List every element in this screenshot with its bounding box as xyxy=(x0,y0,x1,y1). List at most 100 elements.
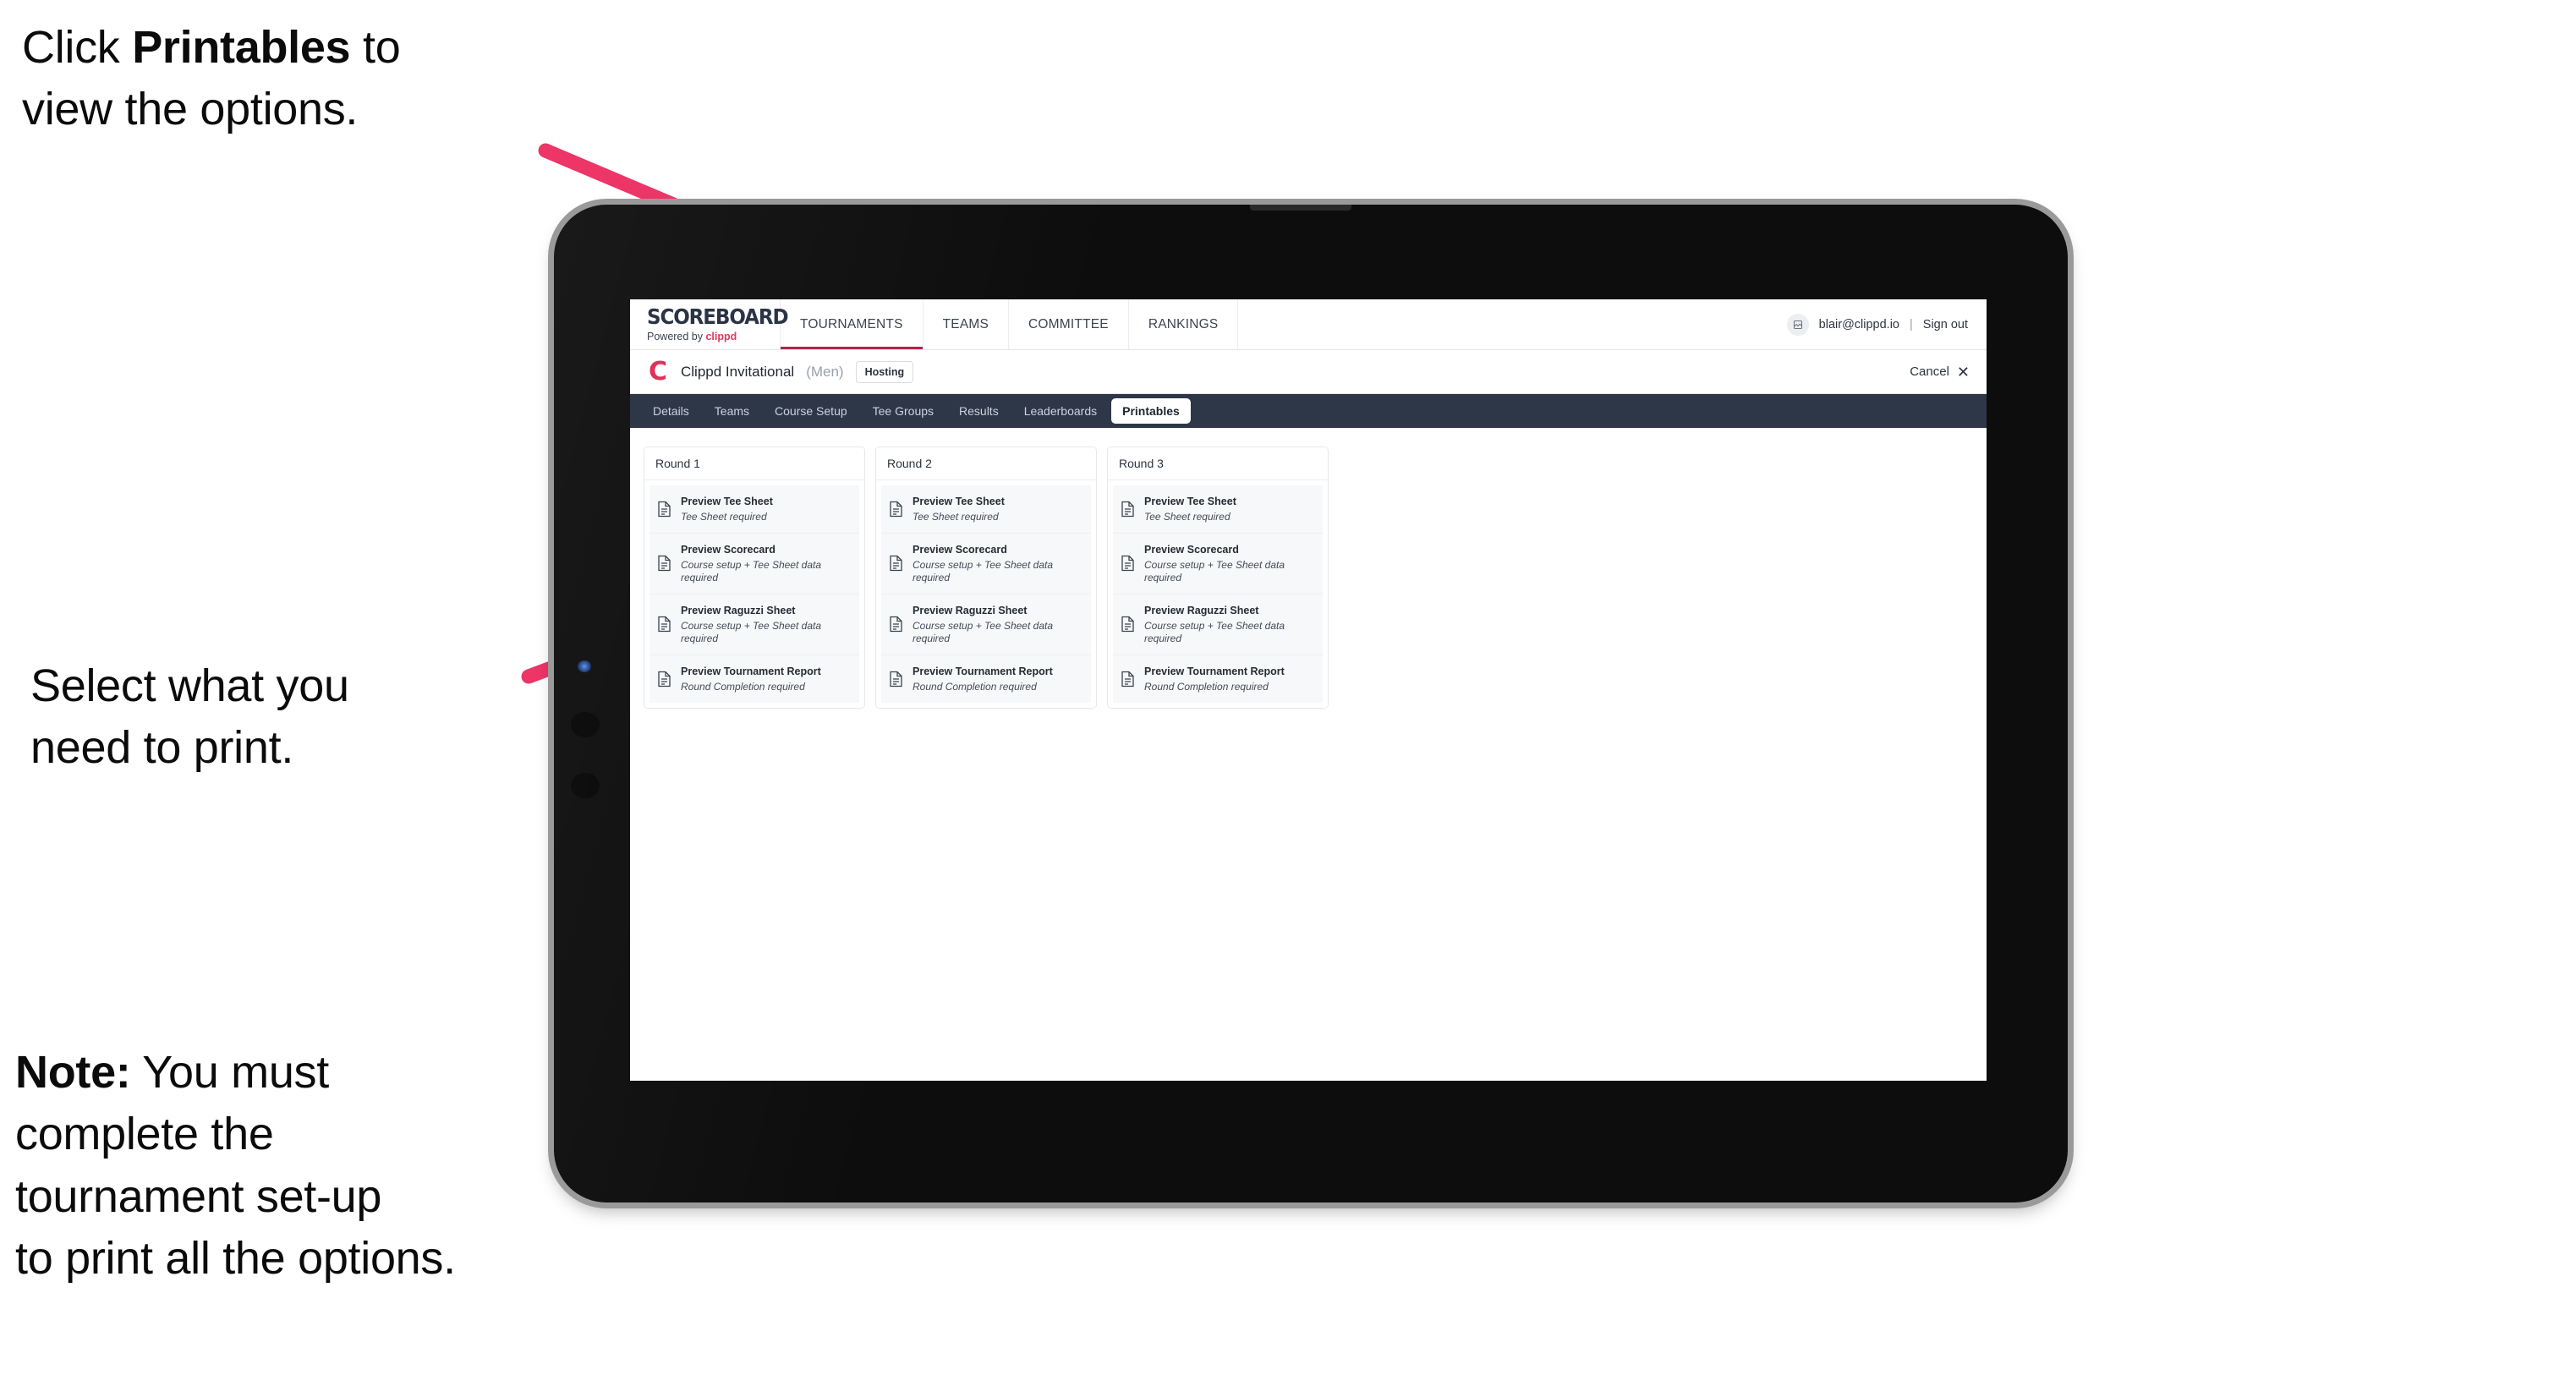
primary-nav-tabs: TOURNAMENTS TEAMS COMMITTEE RANKINGS xyxy=(781,299,1239,349)
round-card: Round 2 Preview Tee Sheet Tee Sheet requ… xyxy=(875,446,1097,709)
printable-text: Preview Raguzzi Sheet Course setup + Tee… xyxy=(1144,603,1315,646)
tab-teams[interactable]: Teams xyxy=(704,398,760,424)
printable-subtitle: Course setup + Tee Sheet data required xyxy=(913,558,1054,584)
printable-row-tee-sheet[interactable]: Preview Tee Sheet Tee Sheet required xyxy=(1113,485,1323,534)
printable-text: Preview Tournament Report Round Completi… xyxy=(681,664,821,694)
round-card: Round 1 Preview Tee Sheet Tee Sheet requ… xyxy=(644,446,865,709)
tab-details[interactable]: Details xyxy=(642,398,700,424)
tournament-gender: (Men) xyxy=(806,363,844,380)
printable-subtitle: Course setup + Tee Sheet data required xyxy=(681,619,822,645)
tablet-status-led xyxy=(578,660,591,672)
page-root: Click Printables to view the options. Se… xyxy=(0,0,2576,1386)
hosting-badge: Hosting xyxy=(855,360,914,383)
printable-row-tee-sheet[interactable]: Preview Tee Sheet Tee Sheet required xyxy=(881,485,1091,534)
nav-tab-teams[interactable]: TEAMS xyxy=(924,299,1010,349)
document-icon xyxy=(657,616,671,633)
tablet-camera-2 xyxy=(571,773,600,798)
section-tabstrip: Details Teams Course Setup Tee Groups Re… xyxy=(630,394,1987,428)
printable-title: Preview Tournament Report xyxy=(913,665,1053,677)
printable-row-raguzzi-sheet[interactable]: Preview Raguzzi Sheet Course setup + Tee… xyxy=(1113,594,1323,655)
printable-text: Preview Tee Sheet Tee Sheet required xyxy=(681,494,773,524)
logo-powered-prefix: Powered by xyxy=(647,331,706,342)
printable-text: Preview Scorecard Course setup + Tee She… xyxy=(913,542,1083,585)
printable-text: Preview Scorecard Course setup + Tee She… xyxy=(1144,542,1315,585)
round-title: Round 1 xyxy=(644,447,864,480)
printables-content: Round 1 Preview Tee Sheet Tee Sheet requ… xyxy=(630,428,1987,727)
scoreboard-logo[interactable]: SCOREBOARD Powered by clippd xyxy=(630,299,789,349)
printable-title: Preview Scorecard xyxy=(913,543,1007,556)
document-icon xyxy=(1121,616,1135,633)
printable-title: Preview Tee Sheet xyxy=(913,496,1005,507)
tab-course-setup[interactable]: Course Setup xyxy=(764,398,858,424)
printable-title: Preview Raguzzi Sheet xyxy=(1144,604,1259,616)
printable-row-tournament-report[interactable]: Preview Tournament Report Round Completi… xyxy=(649,655,859,703)
printable-title: Preview Raguzzi Sheet xyxy=(681,604,796,616)
printable-subtitle: Course setup + Tee Sheet data required xyxy=(681,558,822,584)
round-title: Round 2 xyxy=(876,447,1096,480)
printable-subtitle: Tee Sheet required xyxy=(913,511,999,523)
printable-subtitle: Course setup + Tee Sheet data required xyxy=(1144,619,1285,645)
annotation-note-bold: Note: xyxy=(15,1047,131,1098)
logo-powered-by: Powered by clippd xyxy=(647,331,780,342)
printable-title: Preview Scorecard xyxy=(681,543,776,556)
printable-subtitle: Tee Sheet required xyxy=(681,511,767,523)
printable-title: Preview Tee Sheet xyxy=(681,496,773,507)
document-icon xyxy=(1121,671,1135,688)
printable-text: Preview Tee Sheet Tee Sheet required xyxy=(1144,494,1236,524)
tournament-header: C Clippd Invitational (Men) Hosting Canc… xyxy=(630,350,1987,394)
printable-subtitle: Round Completion required xyxy=(681,680,805,693)
tab-printables[interactable]: Printables xyxy=(1111,398,1191,424)
printable-subtitle: Course setup + Tee Sheet data required xyxy=(1144,558,1285,584)
tablet-screen: SCOREBOARD Powered by clippd TOURNAMENTS… xyxy=(630,299,1987,1081)
document-icon xyxy=(1121,555,1135,572)
document-icon xyxy=(1121,501,1135,518)
round-card: Round 3 Preview Tee Sheet Tee Sheet requ… xyxy=(1107,446,1329,709)
document-icon xyxy=(889,555,903,572)
printable-text: Preview Tournament Report Round Completi… xyxy=(913,664,1053,694)
clippd-c-logo-icon: C xyxy=(648,356,668,386)
round-items: Preview Tee Sheet Tee Sheet required Pre… xyxy=(644,480,864,708)
printable-row-scorecard[interactable]: Preview Scorecard Course setup + Tee She… xyxy=(1113,533,1323,594)
nav-tab-tournaments[interactable]: TOURNAMENTS xyxy=(781,299,924,349)
nav-tab-committee[interactable]: COMMITTEE xyxy=(1009,299,1129,349)
printable-title: Preview Raguzzi Sheet xyxy=(913,604,1028,616)
printable-text: Preview Tournament Report Round Completi… xyxy=(1144,664,1285,694)
printable-row-scorecard[interactable]: Preview Scorecard Course setup + Tee She… xyxy=(649,533,859,594)
cancel-button[interactable]: Cancel ✕ xyxy=(1910,364,1970,380)
printable-row-tournament-report[interactable]: Preview Tournament Report Round Completi… xyxy=(881,655,1091,703)
printable-row-tournament-report[interactable]: Preview Tournament Report Round Completi… xyxy=(1113,655,1323,703)
nav-tab-rankings[interactable]: RANKINGS xyxy=(1129,299,1239,349)
printable-row-tee-sheet[interactable]: Preview Tee Sheet Tee Sheet required xyxy=(649,485,859,534)
printable-title: Preview Tournament Report xyxy=(681,665,821,677)
printable-text: Preview Scorecard Course setup + Tee She… xyxy=(681,542,852,585)
printable-text: Preview Tee Sheet Tee Sheet required xyxy=(913,494,1005,524)
document-icon xyxy=(657,671,671,688)
printable-row-raguzzi-sheet[interactable]: Preview Raguzzi Sheet Course setup + Tee… xyxy=(649,594,859,655)
nav-separator: | xyxy=(1910,317,1913,331)
printable-text: Preview Raguzzi Sheet Course setup + Tee… xyxy=(913,603,1083,646)
user-avatar-icon[interactable] xyxy=(1786,313,1809,336)
annotation-select-to-print: Select what you need to print. xyxy=(30,660,349,774)
document-icon xyxy=(657,555,671,572)
annotation-top-bold: Printables xyxy=(132,22,351,73)
tablet-device: SCOREBOARD Powered by clippd TOURNAMENTS… xyxy=(554,205,2068,1202)
tab-tee-groups[interactable]: Tee Groups xyxy=(862,398,945,424)
printable-row-raguzzi-sheet[interactable]: Preview Raguzzi Sheet Course setup + Tee… xyxy=(881,594,1091,655)
printable-row-scorecard[interactable]: Preview Scorecard Course setup + Tee She… xyxy=(881,533,1091,594)
document-icon xyxy=(889,501,903,518)
round-items: Preview Tee Sheet Tee Sheet required Pre… xyxy=(876,480,1096,708)
tab-results[interactable]: Results xyxy=(948,398,1010,424)
printable-title: Preview Scorecard xyxy=(1144,543,1239,556)
tournament-name: Clippd Invitational xyxy=(681,363,795,380)
printable-text: Preview Raguzzi Sheet Course setup + Tee… xyxy=(681,603,852,646)
tablet-speaker-notch xyxy=(1250,205,1352,211)
account-email: blair@clippd.io xyxy=(1818,317,1899,331)
document-icon xyxy=(889,616,903,633)
nav-account-area: blair@clippd.io | Sign out xyxy=(1786,299,1987,349)
tab-leaderboards[interactable]: Leaderboards xyxy=(1013,398,1108,424)
logo-wordmark: SCOREBOARD xyxy=(647,304,789,329)
sign-out-link[interactable]: Sign out xyxy=(1923,318,1968,331)
printable-subtitle: Tee Sheet required xyxy=(1144,511,1230,523)
annotation-click-printables: Click Printables to view the options. xyxy=(22,17,614,141)
app-top-navbar: SCOREBOARD Powered by clippd TOURNAMENTS… xyxy=(630,299,1987,350)
